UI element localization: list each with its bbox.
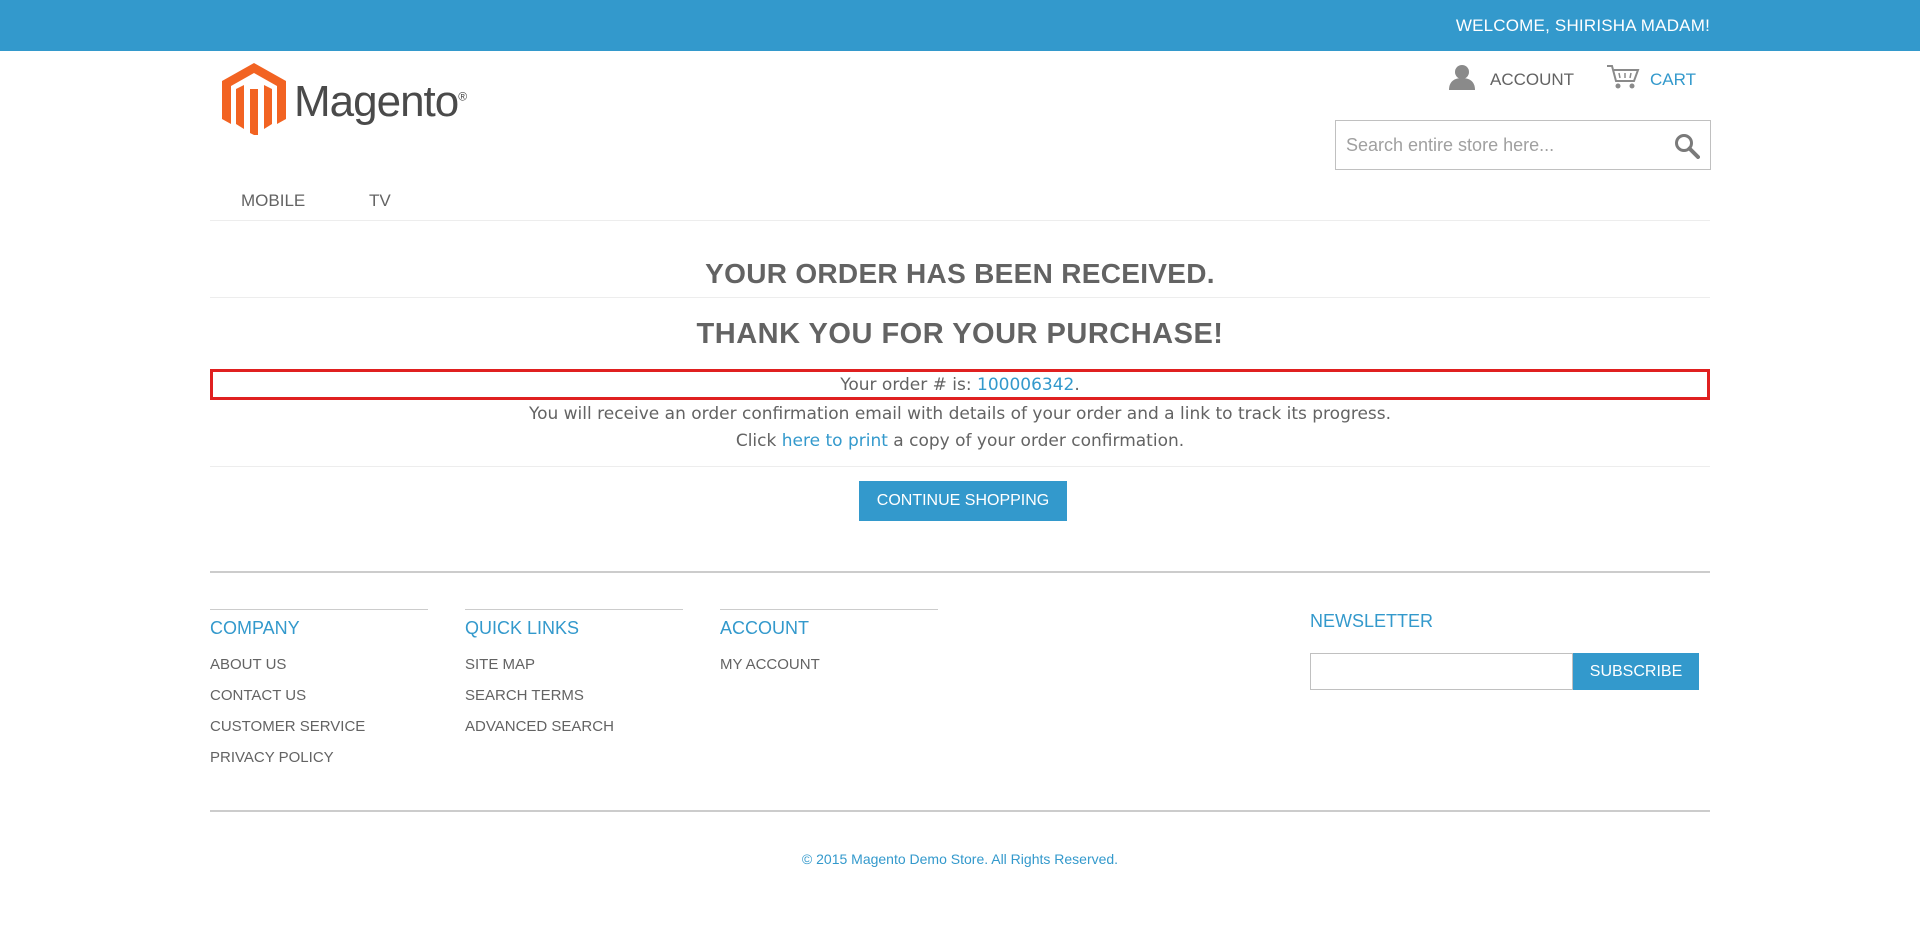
thank-you-heading: THANK YOU FOR YOUR PURCHASE! bbox=[696, 318, 1224, 350]
print-prefix: Click bbox=[735, 431, 782, 451]
main-nav: MOBILE TV bbox=[210, 189, 1710, 221]
order-number-box: Your order # is: 100006342. bbox=[210, 369, 1710, 400]
continue-shopping-button[interactable]: CONTINUE SHOPPING bbox=[859, 481, 1067, 521]
footer-link-search-terms[interactable]: SEARCH TERMS bbox=[465, 687, 683, 718]
footer-link-privacy-policy[interactable]: PRIVACY POLICY bbox=[210, 749, 428, 780]
nav-item-mobile[interactable]: MOBILE bbox=[241, 191, 305, 211]
search-input[interactable] bbox=[1346, 133, 1656, 157]
footer-divider-bottom bbox=[210, 810, 1710, 812]
footer-link-my-account[interactable]: MY ACCOUNT bbox=[720, 656, 938, 687]
column-rule bbox=[210, 609, 428, 610]
subscribe-button[interactable]: SUBSCRIBE bbox=[1573, 653, 1699, 690]
footer-divider-top bbox=[210, 571, 1710, 573]
search-icon[interactable] bbox=[1674, 133, 1700, 159]
footer-link-contact-us[interactable]: CONTACT US bbox=[210, 687, 428, 718]
title-divider bbox=[210, 297, 1710, 298]
order-number-prefix: Your order # is: bbox=[840, 375, 978, 395]
print-suffix: a copy of your order confirmation. bbox=[887, 431, 1185, 451]
page-title: YOUR ORDER HAS BEEN RECEIVED. bbox=[705, 258, 1215, 289]
footer-link-customer-service[interactable]: CUSTOMER SERVICE bbox=[210, 718, 428, 749]
account-link[interactable]: ACCOUNT bbox=[1448, 64, 1574, 95]
order-number-link[interactable]: 100006342 bbox=[977, 375, 1074, 395]
print-message: Click here to print a copy of your order… bbox=[210, 431, 1710, 451]
footer-column-title: ACCOUNT bbox=[720, 618, 809, 638]
nav-item-tv[interactable]: TV bbox=[369, 191, 391, 211]
footer-link-site-map[interactable]: SITE MAP bbox=[465, 656, 683, 687]
cart-icon bbox=[1606, 64, 1640, 95]
footer-link-about-us[interactable]: ABOUT US bbox=[210, 656, 428, 687]
newsletter-block: NEWSLETTER SUBSCRIBE bbox=[1310, 611, 1699, 690]
newsletter-title: NEWSLETTER bbox=[1310, 611, 1434, 631]
top-bar: WELCOME, SHIRISHA MADAM! bbox=[0, 0, 1920, 51]
cart-link[interactable]: CART bbox=[1606, 64, 1696, 95]
account-icon bbox=[1448, 64, 1476, 95]
order-number-suffix: . bbox=[1074, 375, 1080, 395]
copyright-text: © 2015 Magento Demo Store. All Rights Re… bbox=[801, 851, 1119, 867]
logo-text: Magento® bbox=[294, 76, 467, 126]
cart-label: CART bbox=[1650, 69, 1696, 89]
footer-column-title: QUICK LINKS bbox=[465, 618, 580, 638]
column-rule bbox=[465, 609, 683, 610]
column-rule bbox=[720, 609, 938, 610]
newsletter-email-input[interactable] bbox=[1310, 653, 1573, 690]
account-label: ACCOUNT bbox=[1490, 69, 1575, 89]
welcome-message: WELCOME, SHIRISHA MADAM! bbox=[1455, 16, 1710, 35]
order-number-line: Your order # is: 100006342. bbox=[213, 375, 1707, 395]
footer-column-title: COMPANY bbox=[210, 618, 300, 638]
store-logo[interactable]: Magento® bbox=[222, 63, 467, 140]
footer-column-account: ACCOUNT MY ACCOUNT bbox=[720, 609, 938, 687]
print-link[interactable]: here to print bbox=[782, 431, 888, 451]
content-divider bbox=[210, 466, 1710, 467]
footer-column-quick-links: QUICK LINKS SITE MAP SEARCH TERMS ADVANC… bbox=[465, 609, 683, 749]
magento-logo-icon bbox=[222, 63, 286, 140]
footer-link-advanced-search[interactable]: ADVANCED SEARCH bbox=[465, 718, 683, 749]
footer-column-company: COMPANY ABOUT US CONTACT US CUSTOMER SER… bbox=[210, 609, 428, 780]
search-form bbox=[1335, 120, 1711, 170]
confirmation-message: You will receive an order confirmation e… bbox=[528, 404, 1392, 424]
